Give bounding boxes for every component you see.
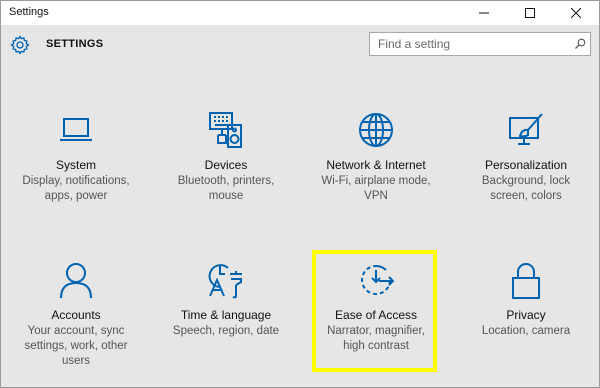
tile-devices[interactable]: Devices Bluetooth, printers, mouse <box>156 110 296 230</box>
tile-name: Accounts <box>51 308 101 322</box>
tile-name: System <box>55 158 96 172</box>
minimize-button[interactable] <box>461 1 507 25</box>
close-button[interactable] <box>553 1 599 25</box>
tile-accounts[interactable]: Accounts Your account, sync settings, wo… <box>6 260 146 380</box>
tile-description: Your account, sync settings, work, other… <box>6 324 146 369</box>
tile-description: Speech, region, date <box>156 324 296 339</box>
minimize-icon <box>479 12 489 14</box>
app-header: SETTINGS <box>1 25 599 65</box>
tile-name: Personalization <box>484 158 568 172</box>
desc-line: mouse <box>208 190 244 202</box>
tile-name: Privacy <box>506 308 546 322</box>
desc-line: Your account, sync <box>27 325 125 337</box>
page-title: SETTINGS <box>46 38 104 50</box>
tile-system[interactable]: System Display, notifications, apps, pow… <box>6 110 146 230</box>
settings-window: Settings SETTINGS Find a setting System … <box>0 0 600 388</box>
tile-name: Network & Internet <box>326 158 426 172</box>
desc-line: apps, power <box>44 190 108 202</box>
globe-icon <box>359 113 393 147</box>
laptop-icon <box>60 118 92 141</box>
gear-icon <box>10 35 30 55</box>
tile-personalization[interactable]: Personalization Background, lock screen,… <box>456 110 596 230</box>
tile-network[interactable]: Network & Internet Wi-Fi, airplane mode,… <box>306 110 446 230</box>
desc-line: Location, camera <box>481 325 571 337</box>
search-icon[interactable] <box>574 38 586 50</box>
maximize-button[interactable] <box>507 1 553 25</box>
maximize-icon <box>525 8 535 18</box>
personalization-icon <box>509 113 543 145</box>
tile-privacy[interactable]: Privacy Location, camera <box>456 260 596 380</box>
desc-line: users <box>61 355 91 367</box>
search-box[interactable] <box>369 32 591 56</box>
devices-icon <box>209 112 242 148</box>
time-language-icon <box>208 264 242 299</box>
desc-line: Speech, region, date <box>172 325 280 337</box>
desc-line: Display, notifications, <box>22 175 130 187</box>
desc-line: screen, colors <box>490 190 562 202</box>
desc-line: Wi-Fi, airplane mode, <box>321 175 431 187</box>
close-icon <box>571 8 581 18</box>
tile-name: Time & language <box>180 308 272 322</box>
desc-line: settings, work, other <box>24 340 128 352</box>
desc-line: Background, lock <box>481 175 571 187</box>
window-title: Settings <box>9 6 49 18</box>
tile-description: Wi-Fi, airplane mode, VPN <box>306 174 446 204</box>
tile-description: Display, notifications, apps, power <box>6 174 146 204</box>
tile-description: Background, lock screen, colors <box>456 174 596 204</box>
tile-name: Devices <box>204 158 248 172</box>
tile-description: Location, camera <box>456 324 596 339</box>
desc-line: VPN <box>364 190 388 202</box>
person-icon <box>60 263 92 299</box>
lock-icon <box>512 263 540 299</box>
title-bar[interactable]: Settings <box>1 1 599 25</box>
search-input[interactable] <box>370 33 560 55</box>
desc-line: Bluetooth, printers, <box>177 175 275 187</box>
tile-description: Bluetooth, printers, mouse <box>156 174 296 204</box>
highlight-box <box>312 250 437 372</box>
tile-time-language[interactable]: Time & language Speech, region, date <box>156 260 296 380</box>
